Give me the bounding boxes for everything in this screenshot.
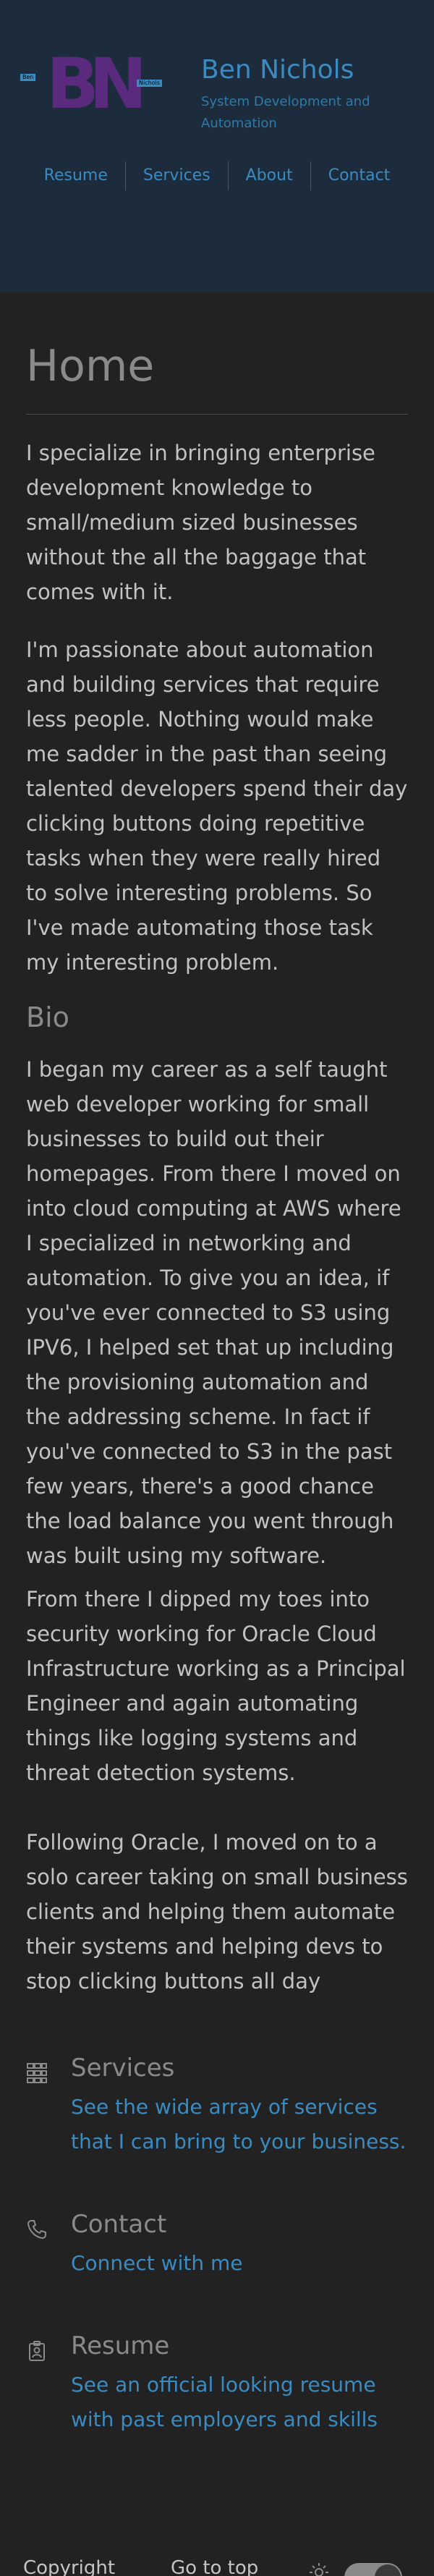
site-footer: Copyright Go to top [0, 2547, 434, 2576]
theme-toggle-knob [375, 2564, 401, 2576]
theme-toggle[interactable] [344, 2563, 402, 2576]
go-to-top-link[interactable]: Go to top [171, 2557, 258, 2576]
resume-link[interactable]: See an official looking resume with past… [71, 2368, 411, 2437]
contact-link[interactable]: Connect with me [71, 2246, 411, 2281]
nav-resume[interactable]: Resume [27, 161, 125, 190]
grid-icon [26, 2062, 48, 2084]
bio-paragraph: Following Oracle, I moved on to a solo c… [26, 1830, 408, 1994]
logo-first-name: Ben [20, 74, 36, 81]
title-divider [26, 414, 408, 415]
bio-paragraph: From there I dipped my toes into securit… [26, 1587, 406, 1785]
intro-paragraph: I'm passionate about automation and buil… [26, 637, 408, 975]
logo[interactable]: Ben BN Nichols [20, 48, 162, 120]
site-name[interactable]: Ben Nichols [201, 55, 354, 85]
logo-monogram: BN [46, 43, 148, 124]
main-nav: Resume Services About Contact [0, 159, 434, 192]
page-title: Home [26, 341, 155, 391]
badge-icon [26, 2340, 48, 2362]
nav-contact[interactable]: Contact [311, 161, 408, 190]
phone-icon [26, 2219, 48, 2240]
logo-last-name: Nichols [137, 80, 162, 87]
bio-paragraph: I began my career as a self taught web d… [26, 1057, 401, 1568]
services-card-title: Services [71, 2054, 175, 2083]
services-link[interactable]: See the wide array of services that I ca… [71, 2090, 411, 2159]
nav-services[interactable]: Services [126, 161, 228, 190]
site-header: Ben BN Nichols Ben Nichols System Develo… [0, 0, 434, 292]
copyright-text: Copyright [23, 2557, 116, 2576]
contact-card-title: Contact [71, 2210, 167, 2239]
sun-icon [308, 2562, 330, 2576]
nav-about[interactable]: About [229, 161, 310, 190]
resume-card-title: Resume [71, 2331, 170, 2360]
bio-heading: Bio [26, 1001, 69, 1033]
intro-paragraph: I specialize in bringing enterprise deve… [26, 441, 375, 604]
site-tagline: System Development and Automation [201, 94, 370, 131]
